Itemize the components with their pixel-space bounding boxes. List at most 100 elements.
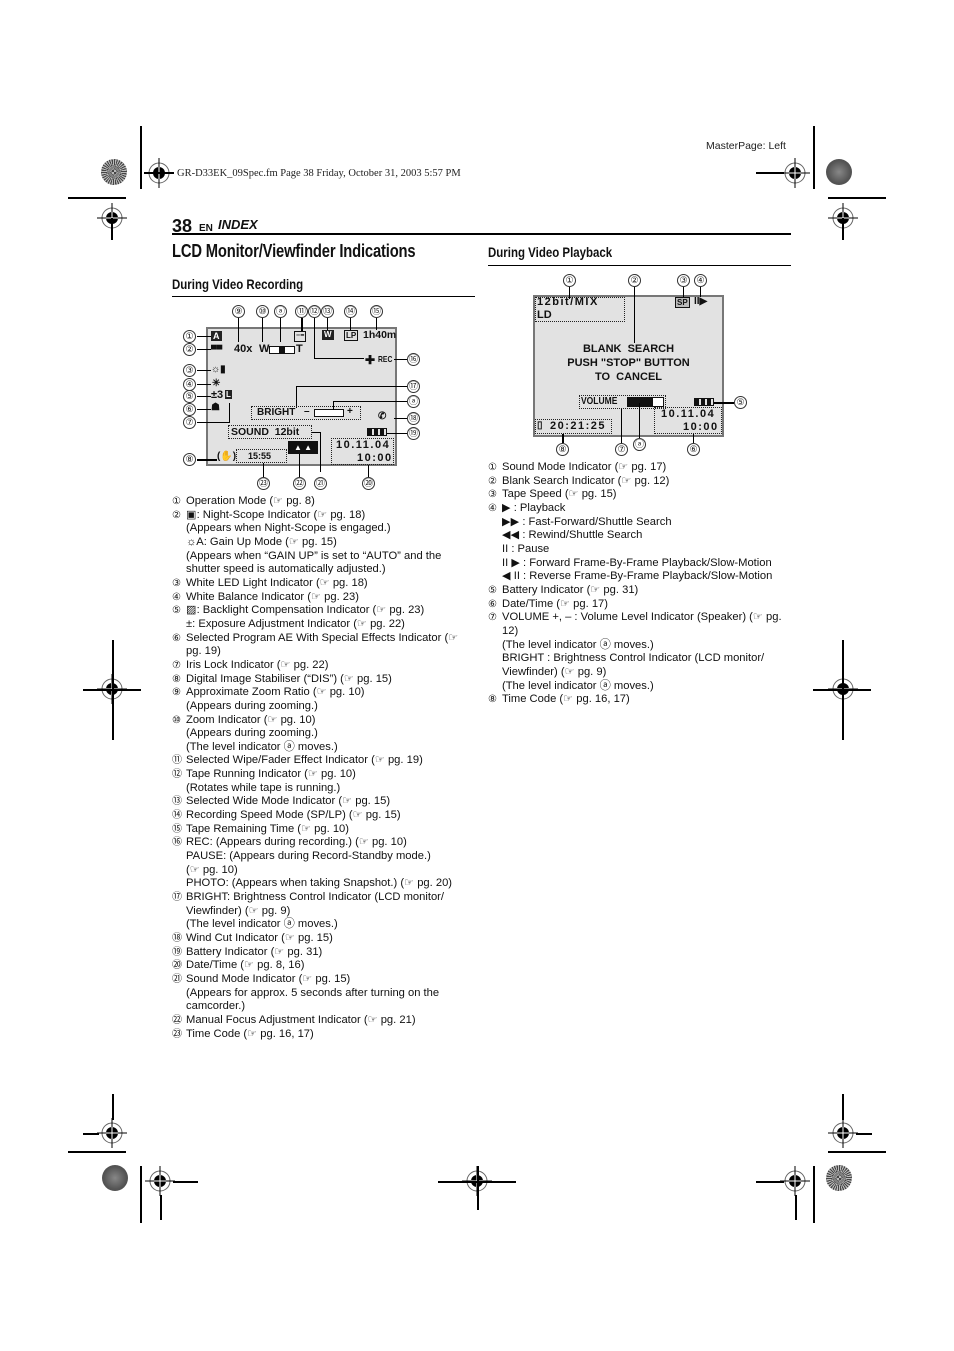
leader-line — [394, 401, 407, 402]
callout-19: ⑲ — [407, 427, 420, 440]
callout-8: ⑧ — [183, 453, 196, 466]
item-text: PHOTO: (Appears when taking Snapshot.) (… — [186, 877, 453, 890]
callout-4: ④ — [694, 274, 707, 287]
callout-20: ⑳ — [362, 477, 375, 490]
tape-running-icon: ✚ — [365, 353, 376, 367]
item-number: ① — [172, 496, 181, 507]
wipe-fader-icon: ⁻⁼ — [294, 331, 307, 342]
item-number: ⑦ — [172, 659, 181, 671]
crop-mark — [111, 218, 113, 240]
leader-line — [634, 287, 635, 343]
item-text: ▣: Night-Scope Indicator (☞ pg. 18) — [186, 508, 366, 521]
crop-mark — [477, 1166, 479, 1210]
item-number: ⑰ — [172, 892, 182, 904]
item-number: ④ — [172, 591, 181, 603]
blank-search-message-1: BLANK SEARCH — [582, 343, 675, 355]
item-text: Tape Speed (☞ pg. 15) — [502, 488, 617, 501]
leader-line — [320, 432, 321, 472]
leader-line — [280, 318, 281, 342]
list-item: ④ ▶ : Playback ▶▶ : Fast-Forward/Shuttle S… — [488, 502, 793, 584]
list-item: ③ White LED Light Indicator (☞ pg. 18) — [172, 577, 472, 591]
list-item: ⑫ Tape Running Indicator (☞ pg. 10) (Rotat… — [172, 768, 472, 795]
crop-mark — [112, 640, 114, 740]
leader-line — [197, 349, 211, 350]
callout-13: ⑬ — [321, 305, 334, 318]
time: 10:00 — [683, 421, 719, 433]
callout-2: ② — [183, 343, 196, 356]
list-item: ⑮ Tape Remaining Time (☞ pg. 10) — [172, 823, 472, 837]
leader-line — [350, 318, 351, 330]
leader-line — [197, 384, 211, 385]
list-item: ⑭ Recording Speed Mode (SP/LP) (☞ pg. 15) — [172, 809, 472, 823]
item-number: ⑧ — [488, 694, 497, 706]
item-text: (Appears when “GAIN UP” is set to “AUTO”… — [186, 549, 442, 576]
item-number: ⑭ — [172, 810, 182, 822]
exposure-indicator: ±3 — [211, 389, 224, 401]
date: 10.11.04 — [661, 408, 716, 420]
registration-target-icon — [828, 1118, 858, 1148]
playback-indicator-list: ① Sound Mode Indicator (☞ pg. 17) ② Blank S… — [488, 461, 793, 707]
leader-line — [314, 318, 315, 358]
registration-target-icon — [780, 158, 810, 188]
heading-rule — [488, 265, 791, 266]
list-item: ⑪ Selected Wipe/Fader Effect Indicator (☞… — [172, 754, 472, 768]
zoom-level-indicator — [279, 347, 285, 353]
section-title: INDEX — [218, 217, 258, 232]
callout-5: ⑤ — [734, 396, 747, 409]
crop-mark — [842, 640, 844, 740]
bright-plus: + — [347, 406, 353, 417]
list-item: ⑰ BRIGHT: Brightness Control Indicator (L… — [172, 891, 472, 932]
list-item: ⑨ Approximate Zoom Ratio (☞ pg. 10) (Appea… — [172, 686, 472, 713]
item-number: ㉑ — [172, 973, 182, 985]
item-text: Selected Wide Mode Indicator (☞ pg. 15) — [186, 795, 391, 808]
registration-target-icon — [145, 1166, 175, 1196]
item-number: ⑪ — [172, 755, 182, 767]
battery-icon — [367, 428, 387, 436]
leader-line — [301, 318, 303, 332]
callout-3: ③ — [183, 364, 196, 377]
crop-mark — [842, 218, 844, 240]
leader-line — [262, 318, 263, 342]
callout-17: ⑰ — [407, 380, 420, 393]
leader-line — [296, 386, 297, 408]
item-number: ⑬ — [172, 796, 182, 808]
list-item: ④ White Balance Indicator (☞ pg. 23) — [172, 591, 472, 605]
item-number: ⑧ — [172, 673, 181, 685]
item-text: (The level indicator ⓐ moves.) — [502, 679, 654, 692]
leader-line — [333, 401, 334, 410]
item-number: ① — [488, 462, 497, 473]
callout-6: ⑥ — [687, 443, 700, 456]
list-item: ⑱ Wind Cut Indicator (☞ pg. 15) — [172, 932, 472, 946]
date: 10.11.04 — [336, 439, 391, 451]
item-text: (The level indicator ⓐ moves.) — [186, 740, 338, 753]
item-number: ⑯ — [172, 837, 182, 849]
leader-line — [387, 433, 397, 434]
item-text: PAUSE: (Appears during Record-Standby mo… — [186, 850, 431, 863]
dis-icon: (✋) — [217, 451, 237, 462]
list-item: ⑦ VOLUME +, – : Volume Level Indicator (S… — [488, 611, 793, 693]
callout-18: ⑱ — [407, 412, 420, 425]
callout-11: ⑪ — [295, 305, 308, 318]
leader-line — [197, 422, 229, 423]
list-item: ⑳ Date/Time (☞ pg. 8, 16) — [172, 959, 472, 973]
item-text: Sound Mode Indicator (☞ pg. 15) — [186, 972, 351, 985]
item-text: (The level indicator ⓐ moves.) — [186, 918, 338, 931]
item-text: Approximate Zoom Ratio (☞ pg. 10) — [186, 686, 365, 699]
item-number: ④ — [488, 502, 497, 514]
crop-mark — [140, 126, 142, 189]
crop-mark — [160, 1195, 162, 1220]
leader-line — [394, 386, 407, 387]
crop-mark — [813, 1166, 815, 1223]
item-text: Zoom Indicator (☞ pg. 10) — [186, 713, 316, 726]
item-text: Selected Wipe/Fader Effect Indicator (☞ … — [186, 754, 423, 767]
time: 10:00 — [357, 452, 393, 464]
list-item: ⑯ REC: (Appears during recording.) (☞ pg.… — [172, 836, 472, 891]
item-number: ⑥ — [488, 598, 497, 610]
wind-cut-icon: ✆ — [378, 411, 387, 422]
night-scope-icon: ▀▀ — [211, 345, 223, 354]
zoom-ratio: 40x — [234, 343, 253, 355]
callout-23: ㉓ — [257, 477, 270, 490]
item-text: Recording Speed Mode (SP/LP) (☞ pg. 15) — [186, 809, 401, 822]
iris-lock-icon: L — [225, 390, 232, 399]
item-text: Manual Focus Adjustment Indicator (☞ pg.… — [186, 1013, 416, 1026]
